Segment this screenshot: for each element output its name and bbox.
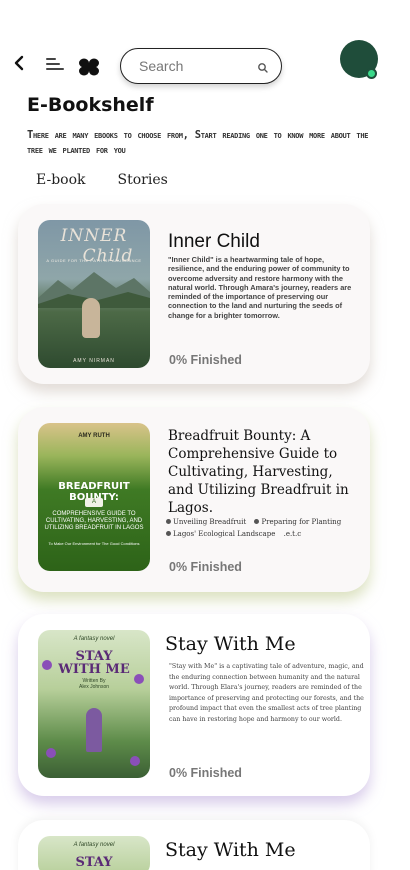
chapter-tag-label: Lagos' Ecological Landscape bbox=[173, 530, 276, 538]
chapter-tag[interactable]: Unveiling Breadfruit bbox=[166, 516, 246, 528]
search-icon[interactable] bbox=[257, 61, 269, 73]
tab-stories[interactable]: Stories bbox=[118, 172, 168, 188]
page-title: E-Bookshelf bbox=[27, 94, 154, 116]
book-cover-image: AMY RUTH BREADFRUIT BOUNTY: A COMPREHENS… bbox=[38, 423, 150, 571]
page-subtitle: There are many ebooks to choose from, St… bbox=[27, 129, 369, 156]
cover-subtitle: A GUIDE FOR THE PATH OF ABUNDANCE bbox=[46, 258, 142, 263]
cover-subtitle: COMPREHENSIVE GUIDE TO CULTIVATING, HARV… bbox=[44, 511, 144, 531]
cover-byline: Written By Alex Johnson bbox=[38, 678, 150, 690]
cover-title: STAY WITH ME bbox=[38, 650, 150, 676]
chapter-tag-label: Preparing for Planting bbox=[261, 518, 342, 526]
reading-progress: 0% Finished bbox=[169, 353, 242, 367]
cover-badge-text: A bbox=[91, 499, 96, 505]
book-title[interactable]: Stay With Me bbox=[165, 839, 296, 861]
figure-illustration bbox=[82, 298, 100, 338]
cover-genre: A fantasy novel bbox=[73, 842, 115, 848]
book-card[interactable]: AMY RUTH BREADFRUIT BOUNTY: A COMPREHENS… bbox=[18, 407, 370, 592]
chapter-tag-label: Unveiling Breadfruit bbox=[173, 518, 247, 526]
cover-title: STAY bbox=[75, 855, 113, 870]
reading-progress: 0% Finished bbox=[169, 560, 242, 574]
book-card[interactable]: A fantasy novel STAY WITH ME Written By … bbox=[18, 614, 370, 796]
category-tabs: E-book Stories bbox=[36, 172, 168, 188]
couple-illustration bbox=[86, 708, 102, 752]
back-arrow-icon[interactable] bbox=[10, 54, 28, 72]
chapter-tag[interactable]: Preparing for Planting bbox=[254, 516, 341, 528]
reading-progress: 0% Finished bbox=[169, 766, 242, 780]
book-cover-image: A fantasy novel STAY bbox=[38, 836, 150, 870]
cover-title-line-2: Child bbox=[82, 246, 134, 266]
cover-tagline: To Make Our Environment for The Good Con… bbox=[48, 541, 140, 546]
cover-title-line-1: INNER bbox=[60, 226, 128, 246]
cover-author: AMY RUTH bbox=[78, 433, 110, 439]
flower-decoration bbox=[46, 748, 56, 758]
book-cover-image: A fantasy novel STAY WITH ME Written By … bbox=[38, 630, 150, 778]
online-status-indicator bbox=[366, 68, 377, 79]
bullet-icon bbox=[166, 519, 171, 524]
cover-author: AMY NIRMAN bbox=[73, 358, 115, 364]
book-card[interactable]: INNER Child A GUIDE FOR THE PATH OF ABUN… bbox=[18, 204, 370, 384]
search-bar[interactable] bbox=[120, 48, 282, 84]
chapter-tags: Unveiling Breadfruit Preparing for Plant… bbox=[166, 516, 366, 540]
book-title[interactable]: Inner Child bbox=[168, 231, 260, 253]
book-description: "Inner Child" is a heartwarming tale of … bbox=[168, 255, 352, 320]
cover-title-line-2: WITH ME bbox=[58, 662, 130, 677]
chapter-tag[interactable]: Lagos' Ecological Landscape bbox=[166, 528, 275, 540]
book-cover-image: INNER Child A GUIDE FOR THE PATH OF ABUN… bbox=[38, 220, 150, 368]
app-logo-icon bbox=[78, 58, 100, 76]
bullet-icon bbox=[254, 519, 260, 524]
flower-decoration bbox=[130, 756, 140, 766]
menu-icon[interactable] bbox=[46, 56, 64, 72]
book-title[interactable]: Breadfruit Bounty: A Comprehensive Guide… bbox=[168, 427, 358, 517]
top-bar bbox=[0, 36, 410, 96]
tab-ebook[interactable]: E-book bbox=[36, 172, 86, 188]
cover-genre: A fantasy novel bbox=[73, 636, 115, 642]
book-description: "Stay with Me" is a captivating tale of … bbox=[169, 663, 364, 723]
cover-author: Alex Johnson bbox=[78, 684, 110, 690]
etc-label: .e.t.c bbox=[283, 530, 302, 538]
book-card[interactable]: A fantasy novel STAY Stay With Me bbox=[18, 820, 370, 870]
cover-badge: A bbox=[85, 498, 103, 507]
search-input[interactable] bbox=[139, 56, 249, 76]
bullet-icon bbox=[166, 531, 171, 536]
book-title[interactable]: Stay With Me bbox=[165, 633, 296, 655]
